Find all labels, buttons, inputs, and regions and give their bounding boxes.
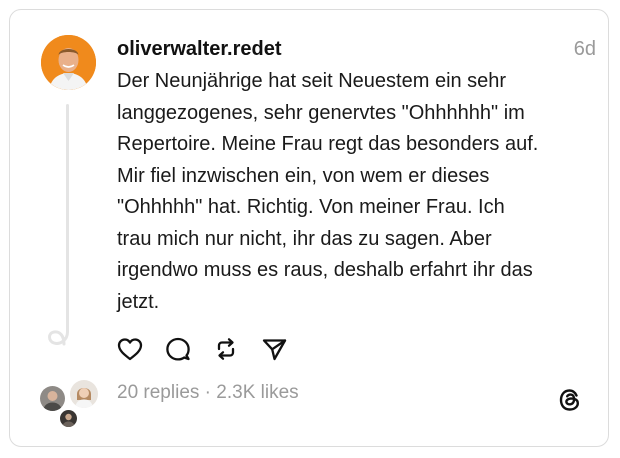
- comment-icon: [166, 337, 190, 361]
- likes-count[interactable]: 2.3K likes: [216, 382, 298, 403]
- comment-button[interactable]: [163, 334, 193, 364]
- reply-avatar-image: [40, 386, 65, 411]
- post-text: Der Neunjährige hat seit Neuestem ein se…: [117, 70, 539, 313]
- author-username[interactable]: oliverwalter.redet: [117, 38, 282, 61]
- reply-avatar: [68, 378, 100, 410]
- reply-avatar: [40, 386, 65, 411]
- author-avatar-image: [41, 35, 96, 90]
- post-stats: 20 replies · 2.3K likes: [117, 382, 299, 404]
- threads-logo-icon[interactable]: [556, 386, 584, 414]
- repost-button[interactable]: [211, 334, 241, 364]
- reply-avatar: [60, 410, 77, 427]
- share-icon: [262, 339, 287, 361]
- reply-avatar-image: [60, 410, 77, 427]
- post-timestamp[interactable]: 6d: [574, 38, 596, 61]
- repost-icon: [217, 338, 235, 360]
- like-button[interactable]: [115, 334, 145, 364]
- thread-line: [66, 104, 69, 330]
- thread-curl: [48, 318, 69, 346]
- heart-icon: [117, 338, 143, 361]
- author-avatar[interactable]: [41, 35, 96, 90]
- reply-avatar-image: [70, 380, 98, 408]
- replies-count[interactable]: 20 replies: [117, 382, 199, 403]
- stats-separator: ·: [199, 382, 217, 403]
- share-button[interactable]: [259, 334, 289, 364]
